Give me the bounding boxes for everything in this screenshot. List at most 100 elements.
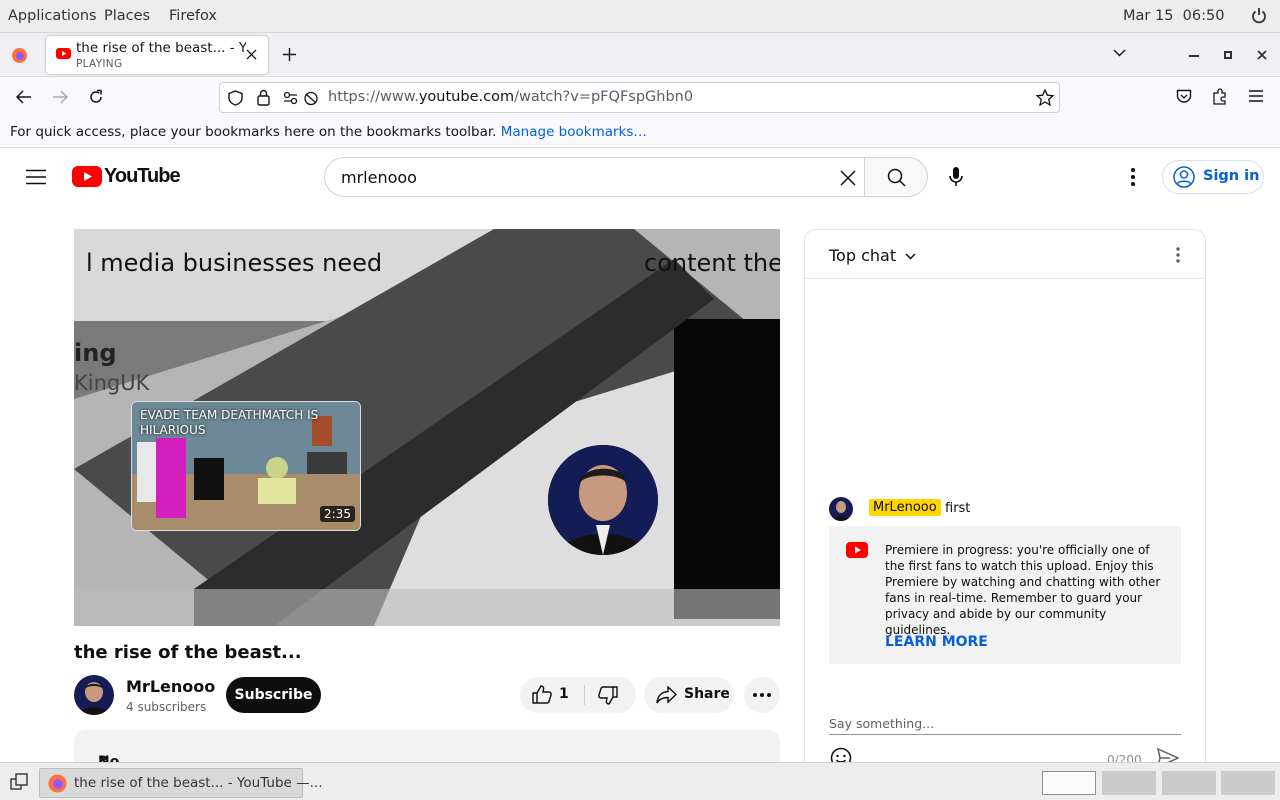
clock-time: 06:50 [1182, 8, 1225, 24]
taskbar-window-title: the rise of the beast... - YouTube —... [74, 775, 323, 791]
bookmarks-hint: For quick access, place your bookmarks h… [10, 124, 647, 140]
active-tab[interactable]: the rise of the beast... - YouTube PLAYI… [46, 36, 268, 74]
learn-more-link[interactable]: LEARN MORE [885, 634, 988, 650]
subscribe-button[interactable]: Subscribe [226, 677, 321, 713]
navigation-toolbar: https://www.youtube.com/watch?v=pFQFspGh… [0, 77, 1280, 118]
youtube-favicon-icon [56, 48, 71, 59]
chat-message-text: first [945, 501, 971, 516]
manage-bookmarks-link[interactable]: Manage bookmarks… [501, 124, 647, 140]
workspace-4[interactable] [1221, 771, 1275, 795]
minimize-icon[interactable] [1189, 54, 1199, 58]
window-close-icon[interactable] [1257, 50, 1267, 60]
chat-author-avatar[interactable] [829, 497, 853, 521]
bookmark-star-icon[interactable] [1036, 89, 1054, 106]
voice-search-mic-icon[interactable] [949, 167, 963, 187]
url-domain: youtube.com [418, 89, 515, 105]
settings-kebab-icon[interactable] [1131, 168, 1135, 186]
chat-mode-label: Top chat [829, 246, 897, 265]
chat-avatar-image [832, 501, 850, 521]
like-divider [584, 685, 585, 705]
places-menu[interactable]: Places [104, 8, 150, 24]
applications-menu[interactable]: Applications [8, 8, 97, 24]
share-button[interactable]: Share [644, 677, 734, 713]
clear-search-icon[interactable] [840, 170, 856, 186]
chat-author-badge[interactable]: MrLenooo [869, 499, 941, 516]
taskbar-firefox-window[interactable]: the rise of the beast... - YouTube —... [39, 768, 323, 798]
show-desktop-icon[interactable] [10, 773, 28, 791]
video-title: the rise of the beast... [74, 642, 302, 663]
bookmarks-toolbar: For quick access, place your bookmarks h… [0, 118, 1280, 148]
channel-face-image [548, 445, 658, 555]
url-text[interactable]: https://www.youtube.com/watch?v=pFQFspGh… [328, 89, 693, 105]
reload-icon[interactable] [88, 89, 104, 105]
firefox-menu[interactable]: Firefox [169, 8, 217, 24]
back-arrow-icon[interactable] [16, 90, 32, 104]
endscreen-channel-avatar[interactable] [548, 445, 658, 555]
description-box[interactable]: No views 3 minutes ago [74, 730, 780, 762]
search-box[interactable]: mrlenooo [324, 157, 864, 197]
thumbs-up-icon [532, 685, 552, 704]
tracking-shield-icon[interactable] [228, 90, 243, 106]
url-bar[interactable]: https://www.youtube.com/watch?v=pFQFspGh… [219, 82, 1060, 113]
chat-header: Top chat [805, 230, 1205, 279]
send-icon[interactable] [1157, 748, 1179, 762]
more-horizontal-icon [753, 693, 771, 697]
firefox-icon [48, 774, 67, 793]
chat-input[interactable]: Say something... [829, 716, 1181, 735]
view-info: No views 3 minutes ago [86, 742, 119, 762]
workspace-3[interactable] [1162, 771, 1216, 795]
share-label: Share [684, 686, 730, 702]
subscriber-count: 4 subscribers [126, 700, 207, 714]
clock-date: Mar 15 [1123, 8, 1174, 24]
overlay-text-right: content the [644, 249, 780, 277]
account-circle-icon [1173, 166, 1195, 188]
forward-arrow-icon[interactable] [52, 90, 68, 104]
sign-in-button[interactable]: Sign in [1162, 160, 1264, 194]
more-actions-button[interactable] [744, 677, 780, 713]
tab-status: PLAYING [76, 58, 123, 70]
endcard-title: EVADE TEAM DEATHMATCH IS HILARIOUS [140, 408, 319, 437]
url-path: /watch?v=pFQFspGhbn0 [514, 89, 694, 105]
like-count: 1 [559, 686, 569, 702]
channel-avatar[interactable] [74, 675, 114, 715]
chat-mode-dropdown[interactable]: Top chat [829, 246, 916, 265]
new-tab-icon[interactable] [282, 47, 297, 62]
tab-title: the rise of the beast... - YouTube [76, 40, 246, 56]
permissions-icon[interactable] [283, 91, 319, 106]
share-arrow-icon [656, 686, 677, 704]
like-button[interactable]: 1 [520, 677, 584, 713]
upload-time: 3 minutes ago [98, 754, 108, 762]
overlay-text-left: l media businesses need [86, 249, 383, 277]
search-button[interactable] [864, 157, 928, 197]
clock[interactable]: Mar 15 06:50 [1123, 8, 1224, 24]
workspace-2[interactable] [1102, 771, 1156, 795]
extensions-icon[interactable] [1212, 88, 1228, 105]
chat-menu-kebab-icon[interactable] [1176, 247, 1180, 263]
workspace-1[interactable] [1042, 771, 1096, 795]
emoji-icon[interactable] [830, 747, 852, 762]
char-counter: 0/200 [1107, 753, 1142, 762]
overlay-handle-line2: KingUK [74, 371, 150, 395]
youtube-logo-icon [72, 166, 102, 187]
list-tabs-chevron-icon[interactable] [1113, 49, 1126, 57]
video-player[interactable]: l media businesses need content the ing … [74, 229, 780, 626]
channel-name[interactable]: MrLenooo [126, 677, 215, 696]
endcard-duration: 2:35 [320, 506, 355, 522]
dislike-button[interactable] [586, 677, 636, 713]
guide-menu-icon[interactable] [26, 169, 46, 185]
maximize-icon[interactable] [1224, 51, 1232, 59]
hamburger-menu-icon[interactable] [1249, 90, 1263, 102]
like-dislike-group: 1 [520, 677, 636, 713]
endscreen-video-card[interactable]: EVADE TEAM DEATHMATCH IS HILARIOUS 2:35 [131, 401, 361, 531]
premiere-notice-text: Premiere in progress: you're officially … [885, 543, 1161, 637]
lock-icon[interactable] [257, 89, 270, 106]
firefox-view-icon[interactable] [11, 47, 28, 64]
sign-in-label: Sign in [1203, 168, 1260, 184]
pocket-icon[interactable] [1176, 89, 1192, 104]
taskbar: the rise of the beast... - YouTube —... [0, 762, 1280, 800]
youtube-logo-text: YouTube [104, 165, 181, 187]
power-icon[interactable] [1251, 7, 1267, 25]
search-input[interactable]: mrlenooo [341, 168, 417, 187]
tab-close-icon[interactable] [246, 49, 257, 60]
youtube-page: YouTube mrlenooo Sign in l media busines… [0, 149, 1280, 762]
